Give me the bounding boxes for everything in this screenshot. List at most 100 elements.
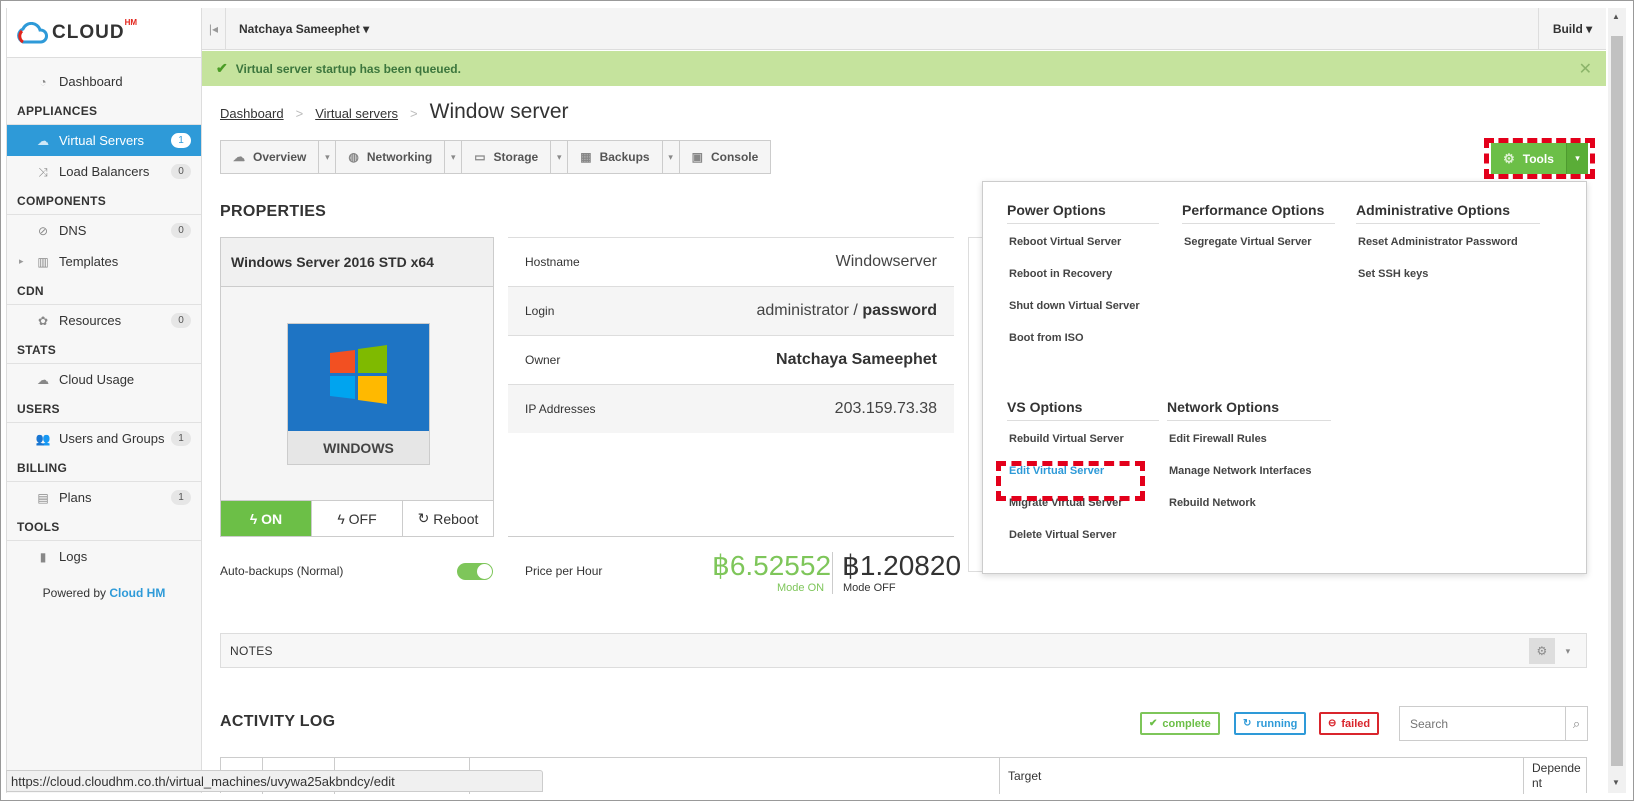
tab-console[interactable]: ▣ Console	[678, 140, 772, 174]
sidebar-item-dns[interactable]: ⊘ DNS 0	[7, 215, 201, 246]
os-label: WINDOWS	[288, 431, 429, 464]
menu-manage-interfaces[interactable]: Manage Network Interfaces	[1167, 465, 1331, 497]
column-header-dependent[interactable]: Depende nt	[1523, 758, 1587, 794]
sidebar-item-virtual-servers[interactable]: ☁ Virtual Servers 1	[7, 125, 201, 156]
power-options: Power Options Reboot Virtual Server Rebo…	[1007, 202, 1159, 364]
legend-failed[interactable]: ⊖ failed	[1319, 712, 1380, 735]
tab-backups[interactable]: ▦ Backups	[567, 140, 663, 174]
legend-label: failed	[1341, 717, 1371, 730]
close-icon[interactable]: ✕	[1579, 59, 1592, 79]
menu-delete-vs[interactable]: Delete Virtual Server	[1007, 529, 1159, 561]
administrative-options: Administrative Options Reset Administrat…	[1356, 202, 1540, 300]
power-on-button[interactable]: ϟ ON	[221, 501, 311, 536]
auto-backups-toggle[interactable]	[457, 563, 493, 580]
count-badge: 0	[171, 164, 191, 179]
sidebar-item-load-balancers[interactable]: ⤨ Load Balancers 0	[7, 156, 201, 187]
menu-rebuild-network[interactable]: Rebuild Network	[1167, 497, 1331, 529]
scrollbar-thumb[interactable]	[1611, 36, 1623, 766]
logo[interactable]: CLOUD HM	[7, 8, 201, 58]
dns-icon: ⊘	[37, 223, 49, 238]
scroll-down-icon[interactable]: ▼	[1612, 778, 1620, 787]
logs-icon: ▮	[39, 549, 47, 564]
menu-edit-firewall[interactable]: Edit Firewall Rules	[1167, 433, 1331, 465]
sidebar-item-label: Load Balancers	[59, 164, 150, 179]
breadcrumb-virtual-servers[interactable]: Virtual servers	[315, 106, 398, 121]
chevron-down-icon[interactable]: ▾	[1558, 638, 1578, 664]
windows-icon	[288, 324, 429, 431]
sidebar-item-templates[interactable]: ▸ ▥ Templates	[7, 246, 201, 277]
sidebar-item-resources[interactable]: ✿ Resources 0	[7, 305, 201, 336]
price-off-sub: Mode OFF	[843, 582, 896, 594]
sidebar-group-heading: TOOLS	[7, 513, 201, 541]
menu-set-ssh-keys[interactable]: Set SSH keys	[1356, 268, 1540, 300]
column-header-target[interactable]: Target	[999, 758, 1523, 794]
sidebar-item-logs[interactable]: ▮ Logs	[7, 541, 201, 572]
menu-segregate-vs[interactable]: Segregate Virtual Server	[1182, 236, 1335, 268]
sidebar-item-label: Users and Groups	[59, 431, 165, 446]
menu-boot-iso[interactable]: Boot from ISO	[1007, 332, 1159, 364]
top-bar: |◂ Natchaya Sameephet ▾ Build ▾	[202, 7, 1606, 50]
column-header[interactable]	[469, 758, 999, 794]
search-icon[interactable]: ⌕	[1565, 707, 1587, 740]
collapse-sidebar-icon[interactable]: |◂	[202, 7, 226, 50]
scroll-up-icon[interactable]: ▲	[1612, 12, 1620, 21]
menu-reset-admin-password[interactable]: Reset Administrator Password	[1356, 236, 1540, 268]
build-menu-button[interactable]: Build ▾	[1538, 7, 1606, 50]
os-name: Windows Server 2016 STD x64	[221, 238, 493, 287]
sidebar-item-plans[interactable]: ▤ Plans 1	[7, 482, 201, 513]
administrative-options-title: Administrative Options	[1356, 202, 1540, 224]
power-options-title: Power Options	[1007, 202, 1159, 224]
price-on-sub: Mode ON	[777, 582, 825, 594]
sidebar-item-users-and-groups[interactable]: 👥 Users and Groups 1	[7, 423, 201, 454]
tab-overview-dropdown[interactable]: ▾	[318, 140, 337, 174]
tools-dropdown-menu: Power Options Reboot Virtual Server Rebo…	[982, 181, 1587, 574]
sidebar-item-label: Resources	[59, 313, 122, 328]
refresh-icon: ↻	[1243, 718, 1252, 729]
menu-migrate-vs[interactable]: Migrate Virtual Server	[1007, 497, 1159, 529]
highlight-tools	[1484, 138, 1595, 179]
legend-running[interactable]: ↻ running	[1234, 712, 1307, 735]
activity-log-title: ACTIVITY LOG	[220, 713, 336, 730]
prop-row-ip: IP Addresses 203.159.73.38	[508, 384, 954, 433]
load-balancer-icon: ⤨	[38, 164, 48, 179]
search-input[interactable]	[1400, 707, 1565, 740]
prop-row-hostname: Hostname Windowserver	[508, 237, 954, 286]
breadcrumb-dashboard[interactable]: Dashboard	[220, 106, 284, 121]
user-menu[interactable]: Natchaya Sameephet ▾	[239, 22, 369, 36]
sidebar-group-label: COMPONENTS	[17, 194, 107, 208]
tab-storage[interactable]: ▭ Storage	[461, 140, 552, 174]
tab-networking[interactable]: ◍ Networking	[335, 140, 446, 174]
menu-shutdown-vs[interactable]: Shut down Virtual Server	[1007, 300, 1159, 332]
tab-backups-dropdown[interactable]: ▾	[661, 140, 680, 174]
cloud-usage-icon: ☁	[37, 372, 49, 387]
menu-reboot-vs[interactable]: Reboot Virtual Server	[1007, 236, 1159, 268]
sidebar-item-label: Virtual Servers	[59, 133, 145, 148]
legend-complete[interactable]: ✔ complete	[1140, 712, 1220, 735]
tab-storage-dropdown[interactable]: ▾	[550, 140, 569, 174]
page-scrollbar[interactable]: ▲ ▼	[1608, 8, 1626, 793]
cloud-logo-icon	[17, 21, 48, 43]
powered-brand-link[interactable]: Cloud HM	[109, 586, 165, 600]
gear-icon[interactable]: ⚙	[1529, 638, 1555, 664]
console-icon: ▣	[691, 150, 703, 164]
sidebar-group-label: STATS	[17, 343, 57, 357]
sidebar-item-cloud-usage[interactable]: ☁ Cloud Usage	[7, 364, 201, 395]
caret-right-icon[interactable]: ▸	[19, 256, 24, 267]
powered-prefix: Powered by	[42, 586, 110, 600]
login-sep: /	[848, 302, 863, 319]
power-buttons: ϟ ON ϟ OFF ↻ Reboot	[221, 500, 493, 536]
hidden-panel-edge	[968, 237, 983, 572]
menu-reboot-recovery[interactable]: Reboot in Recovery	[1007, 268, 1159, 300]
resources-icon: ✿	[37, 313, 49, 328]
sidebar-item-dashboard[interactable]: ◔ Dashboard	[7, 66, 201, 97]
sidebar-group-label: TOOLS	[17, 520, 60, 534]
build-label: Build	[1552, 21, 1583, 36]
sidebar-item-label: Logs	[59, 549, 88, 564]
powered-by: Powered by Cloud HM	[7, 586, 201, 600]
tab-networking-dropdown[interactable]: ▾	[444, 140, 463, 174]
reboot-button[interactable]: ↻ Reboot	[402, 501, 493, 536]
count-badge: 0	[171, 313, 191, 328]
tab-overview[interactable]: ☁ Overview	[220, 140, 320, 174]
power-off-button[interactable]: ϟ OFF	[311, 501, 402, 536]
prop-value: administrator / password	[756, 302, 937, 320]
